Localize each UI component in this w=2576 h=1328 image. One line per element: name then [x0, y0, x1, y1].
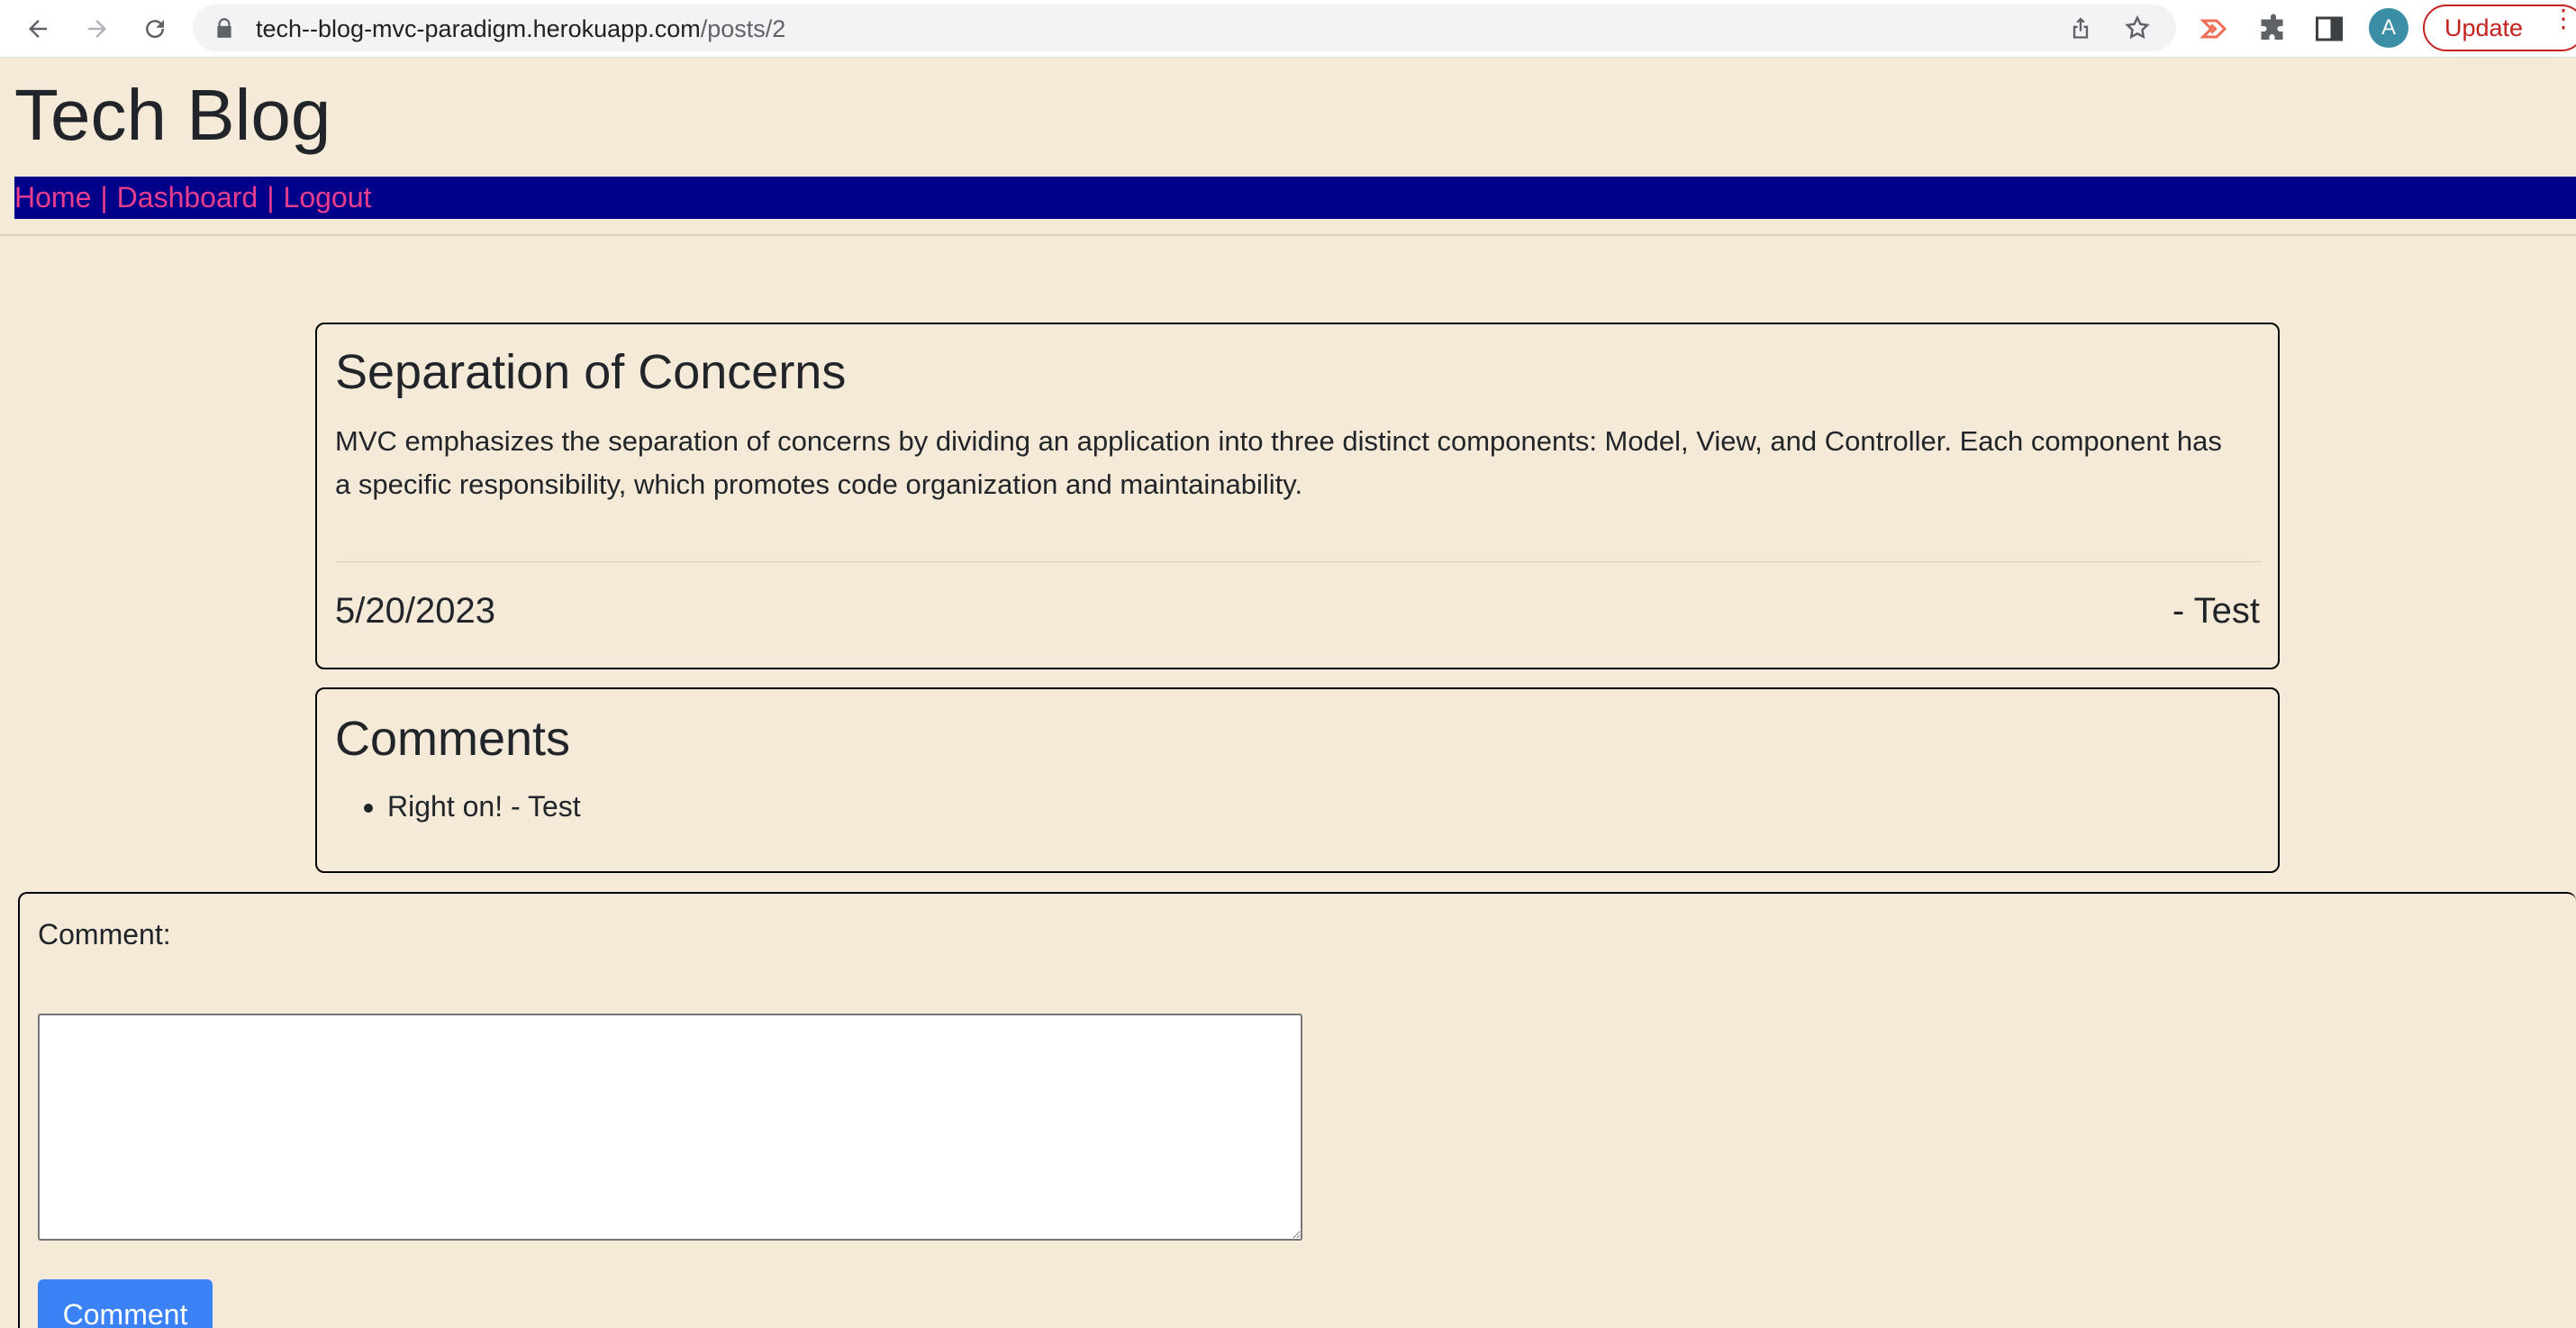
post-title: Separation of Concerns	[335, 345, 847, 399]
comment-label: Comment:	[38, 918, 171, 951]
reload-icon[interactable]	[135, 9, 175, 49]
nav-separator: |	[267, 181, 275, 214]
site-title: Tech Blog	[14, 75, 331, 155]
main-navbar: Home | Dashboard | Logout	[14, 177, 2576, 219]
post-body: MVC emphasizes the separation of concern…	[335, 425, 2222, 500]
update-button-label: Update	[2444, 14, 2524, 41]
nav-dashboard-link[interactable]: Dashboard	[117, 181, 259, 214]
update-button[interactable]: Update ⋮	[2423, 5, 2576, 51]
url-host: tech--blog-mvc-paradigm.herokuapp.com	[256, 15, 701, 42]
nav-home-link[interactable]: Home	[14, 181, 91, 214]
url-text[interactable]: tech--blog-mvc-paradigm.herokuapp.com/po…	[256, 15, 785, 43]
profile-avatar[interactable]: A	[2369, 8, 2408, 48]
comment-item: Right on! - Test	[387, 787, 581, 826]
star-icon[interactable]	[2124, 14, 2151, 41]
extension-cast-icon[interactable]	[2198, 13, 2230, 45]
post-date: 5/20/2023	[335, 591, 495, 631]
side-panel-icon[interactable]	[2313, 13, 2345, 45]
comment-form: Comment: Comment	[18, 892, 2576, 1328]
nav-logout-link[interactable]: Logout	[284, 181, 372, 214]
address-bar[interactable]: tech--blog-mvc-paradigm.herokuapp.com/po…	[193, 5, 2176, 51]
url-path: /posts/2	[700, 15, 786, 42]
post-author: - Test	[2172, 591, 2260, 631]
header-divider	[0, 234, 2576, 236]
back-arrow-icon[interactable]	[18, 9, 58, 49]
comments-title: Comments	[335, 712, 571, 766]
nav-separator: |	[100, 181, 108, 214]
kebab-menu-icon[interactable]: ⋮	[2551, 6, 2576, 32]
forward-arrow-icon[interactable]	[77, 9, 117, 49]
post-divider	[335, 561, 2262, 562]
puzzle-icon[interactable]	[2257, 13, 2290, 45]
comment-submit-button[interactable]: Comment	[38, 1279, 213, 1328]
comment-textarea[interactable]	[38, 1014, 1302, 1241]
browser-toolbar: tech--blog-mvc-paradigm.herokuapp.com/po…	[0, 0, 2576, 58]
comments-list: Right on! - Test	[387, 787, 581, 826]
post-card: Separation of Concerns MVC emphasizes th…	[315, 323, 2280, 669]
lock-icon[interactable]	[213, 16, 236, 40]
share-icon[interactable]	[2068, 15, 2093, 41]
comments-card: Comments Right on! - Test	[315, 687, 2280, 873]
